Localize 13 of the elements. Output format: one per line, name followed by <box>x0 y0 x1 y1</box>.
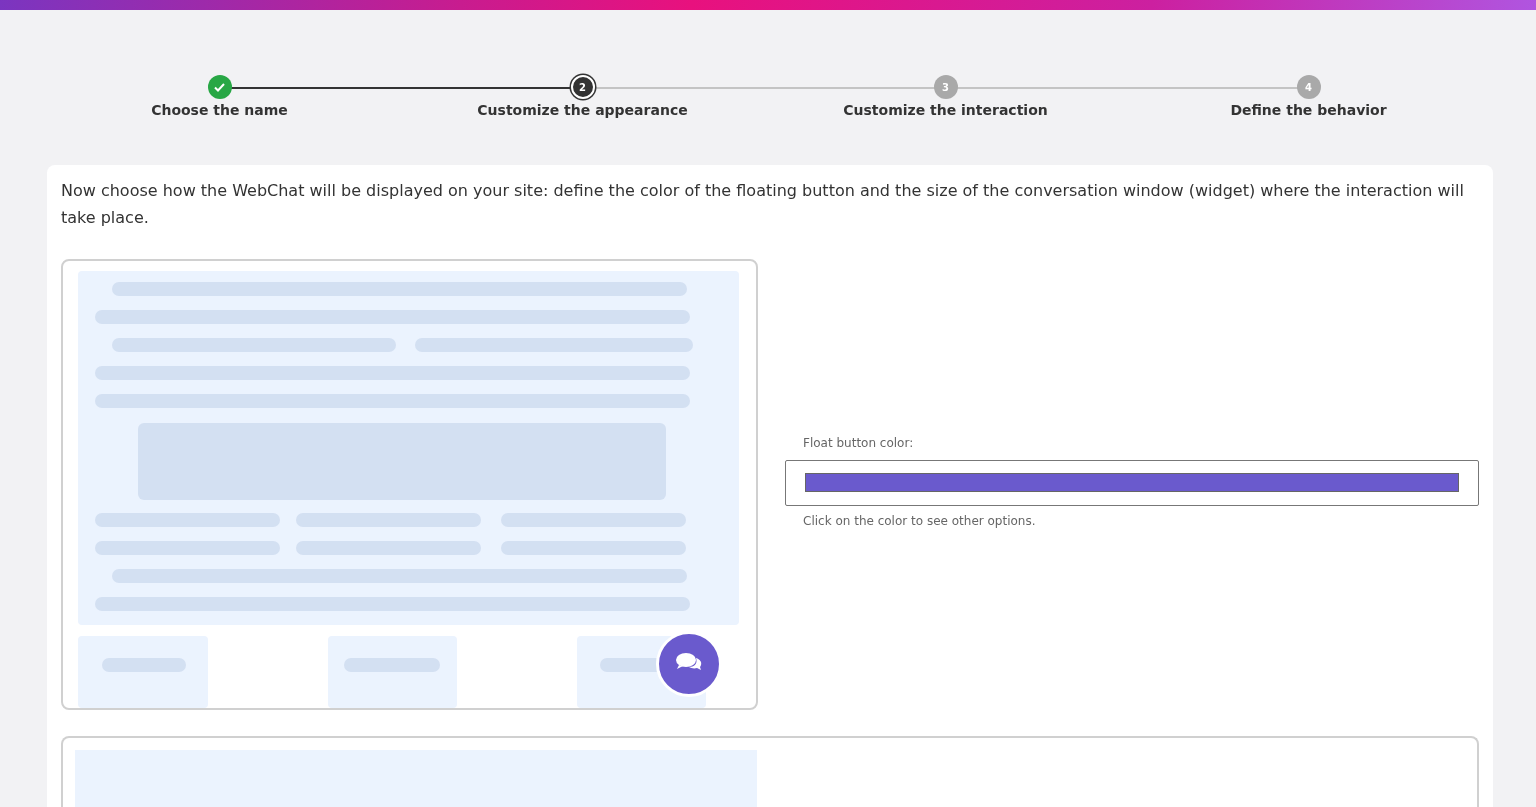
color-swatch[interactable] <box>805 473 1459 492</box>
step-label: Customize the appearance <box>477 102 688 118</box>
step-number: 4 <box>1305 81 1312 93</box>
step-label: Customize the interaction <box>843 102 1048 118</box>
color-field[interactable] <box>785 459 1479 506</box>
step-number: 2 <box>579 81 586 93</box>
step-label: Define the behavior <box>1230 102 1387 118</box>
hint-text: Click on the color to see other options. <box>803 513 1037 528</box>
step-label: Choose the name <box>151 102 288 118</box>
intro-text: Now choose how the WebChat will be displayed on your site: define the color of the floating button and the size of the conversation window (widget) where the interaction will take place. <box>61 180 1465 229</box>
step-number: 3 <box>942 81 949 93</box>
field-label: Float button color: <box>803 435 915 450</box>
check-icon <box>214 82 225 92</box>
